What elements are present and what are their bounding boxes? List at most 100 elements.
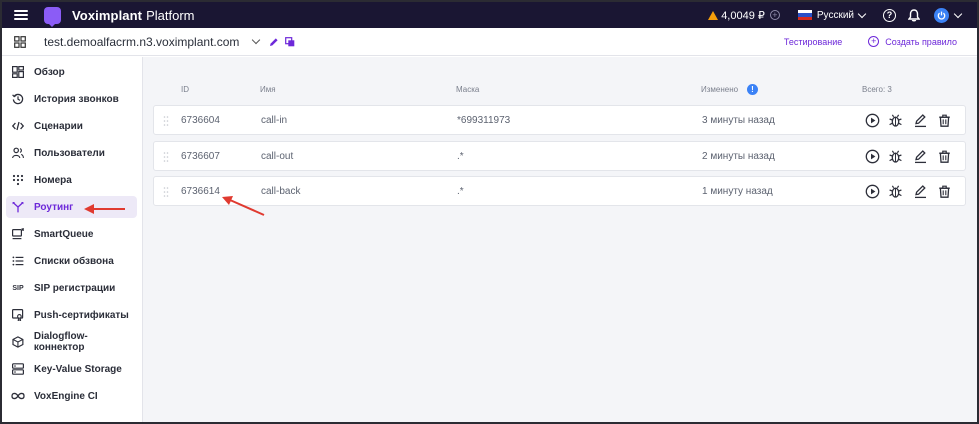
top-bar: Voximplant Platform 4,0049 ₽ + Русский ? bbox=[2, 2, 977, 28]
drag-handle-icon[interactable] bbox=[163, 115, 169, 127]
help-icon[interactable]: ? bbox=[883, 8, 896, 22]
delete-trash-icon[interactable] bbox=[937, 113, 952, 128]
table-row[interactable]: 6736604 call-in *699311973 3 минуты наза… bbox=[153, 105, 966, 135]
add-funds-icon[interactable]: + bbox=[769, 10, 780, 20]
voximplant-logo-icon bbox=[44, 6, 61, 27]
warning-icon bbox=[708, 10, 719, 20]
code-icon bbox=[12, 121, 24, 131]
history-icon bbox=[12, 93, 24, 105]
rule-id: 6736614 bbox=[181, 186, 220, 197]
sidebar-item-label: SmartQueue bbox=[34, 228, 94, 240]
sidebar-item-label: Сценарии bbox=[34, 120, 83, 132]
sidebar-item-key-value-storage[interactable]: Key-Value Storage bbox=[6, 358, 137, 380]
rule-modified: 1 минуту назад bbox=[702, 186, 773, 197]
list-icon bbox=[12, 256, 24, 266]
sidebar-item-label: История звонков bbox=[34, 93, 119, 105]
sidebar-item-call-lists[interactable]: Списки обзвона bbox=[6, 250, 137, 272]
drag-handle-icon[interactable] bbox=[163, 151, 169, 163]
debug-bug-icon[interactable] bbox=[888, 149, 903, 164]
sidebar-item-label: Key-Value Storage bbox=[34, 363, 122, 375]
sidebar-item-routing[interactable]: Роутинг bbox=[6, 196, 137, 218]
sidebar-item-smartqueue[interactable]: SmartQueue bbox=[6, 223, 137, 245]
column-header-name[interactable]: Имя bbox=[260, 85, 276, 94]
sidebar-item-label: Обзор bbox=[34, 66, 65, 78]
column-header-modified[interactable]: Изменено bbox=[701, 85, 738, 94]
rule-name[interactable]: call-out bbox=[261, 151, 293, 162]
sidebar-item-label: Роутинг bbox=[34, 201, 74, 213]
pencil-icon[interactable] bbox=[269, 37, 279, 47]
sidebar-item-sip-registrations[interactable]: SIP SIP регистрации bbox=[6, 277, 137, 299]
create-rule-label: Создать правило bbox=[885, 36, 957, 47]
russian-flag-icon bbox=[797, 10, 812, 20]
table-row[interactable]: 6736607 call-out .* 2 минуты назад bbox=[153, 141, 966, 171]
create-rule-button[interactable]: + Создать правило bbox=[868, 36, 957, 47]
rule-modified: 3 минуты назад bbox=[702, 115, 775, 126]
debug-bug-icon[interactable] bbox=[888, 113, 903, 128]
testing-link[interactable]: Тестирование bbox=[784, 37, 842, 47]
language-selector[interactable]: Русский bbox=[817, 10, 854, 21]
routing-icon bbox=[12, 202, 24, 213]
sidebar-item-push-certificates[interactable]: Push-сертификаты bbox=[6, 304, 137, 326]
edit-pencil-icon[interactable] bbox=[913, 184, 928, 199]
sidebar-item-scenarios[interactable]: Сценарии bbox=[6, 115, 137, 137]
play-icon[interactable] bbox=[865, 113, 880, 128]
rule-mask: *699311973 bbox=[457, 115, 511, 126]
app-name: Voximplant bbox=[72, 7, 143, 23]
account-balance[interactable]: 4,0049 ₽ bbox=[721, 9, 765, 22]
app-window: Voximplant Platform 4,0049 ₽ + Русский ? bbox=[0, 0, 979, 424]
sidebar-item-voxengine-ci[interactable]: VoxEngine CI bbox=[6, 385, 137, 407]
sidebar-item-overview[interactable]: Обзор bbox=[6, 61, 137, 83]
column-header-id[interactable]: ID bbox=[181, 85, 189, 94]
play-icon[interactable] bbox=[865, 184, 880, 199]
sidebar-item-label: Списки обзвона bbox=[34, 255, 114, 267]
copy-icon[interactable] bbox=[285, 36, 295, 47]
delete-trash-icon[interactable] bbox=[937, 149, 952, 164]
project-chevron-down-icon[interactable] bbox=[252, 35, 261, 45]
sidebar-item-label: VoxEngine CI bbox=[34, 390, 98, 402]
table-row[interactable]: 6736614 call-back .* 1 минуту назад bbox=[153, 176, 966, 206]
cube-icon bbox=[12, 336, 24, 348]
rule-name[interactable]: call-back bbox=[261, 186, 300, 197]
routing-rules-panel: ID Имя Маска Изменено ! Всего: 3 6736604… bbox=[143, 57, 977, 422]
sidebar: Обзор История звонков Сценарии Пользоват… bbox=[2, 57, 143, 422]
drag-handle-icon[interactable] bbox=[163, 186, 169, 198]
sidebar-item-label: Пользователи bbox=[34, 147, 105, 159]
sidebar-item-dialogflow-connector[interactable]: Dialogflow-коннектор bbox=[6, 331, 137, 353]
queue-icon bbox=[12, 228, 24, 240]
infinity-icon bbox=[11, 392, 25, 400]
chevron-down-icon[interactable] bbox=[857, 9, 867, 18]
rule-name[interactable]: call-in bbox=[261, 115, 287, 126]
edit-pencil-icon[interactable] bbox=[913, 149, 928, 164]
project-bar: test.demoalfacrm.n3.voximplant.com Тести… bbox=[2, 28, 977, 56]
sidebar-item-label: Номера bbox=[34, 174, 72, 186]
account-chevron-icon[interactable] bbox=[953, 9, 963, 18]
plus-circle-icon: + bbox=[868, 36, 880, 47]
info-icon[interactable]: ! bbox=[747, 84, 758, 95]
delete-trash-icon[interactable] bbox=[937, 184, 952, 199]
account-power-icon[interactable] bbox=[934, 7, 949, 23]
apps-grid-icon[interactable] bbox=[14, 35, 26, 48]
sip-icon: SIP bbox=[12, 284, 24, 292]
rule-mask: .* bbox=[457, 186, 464, 197]
users-icon bbox=[12, 147, 24, 159]
debug-bug-icon[interactable] bbox=[888, 184, 903, 199]
rule-id: 6736607 bbox=[181, 151, 220, 162]
app-name-suffix: Platform bbox=[146, 7, 195, 23]
dialpad-icon bbox=[12, 174, 24, 186]
certificate-icon bbox=[12, 309, 24, 321]
storage-icon bbox=[12, 363, 24, 375]
project-name[interactable]: test.demoalfacrm.n3.voximplant.com bbox=[44, 35, 239, 49]
sidebar-item-call-history[interactable]: История звонков bbox=[6, 88, 137, 110]
sidebar-item-label: Push-сертификаты bbox=[34, 309, 129, 321]
sidebar-item-users[interactable]: Пользователи bbox=[6, 142, 137, 164]
rule-mask: .* bbox=[457, 151, 464, 162]
bell-icon[interactable] bbox=[908, 8, 920, 22]
menu-icon[interactable] bbox=[14, 10, 28, 20]
edit-pencil-icon[interactable] bbox=[913, 113, 928, 128]
play-icon[interactable] bbox=[865, 149, 880, 164]
sidebar-item-label: SIP регистрации bbox=[34, 282, 116, 294]
dashboard-icon bbox=[12, 66, 24, 78]
column-header-mask[interactable]: Маска bbox=[456, 85, 479, 94]
sidebar-item-label: Dialogflow-коннектор bbox=[33, 331, 88, 353]
sidebar-item-numbers[interactable]: Номера bbox=[6, 169, 137, 191]
